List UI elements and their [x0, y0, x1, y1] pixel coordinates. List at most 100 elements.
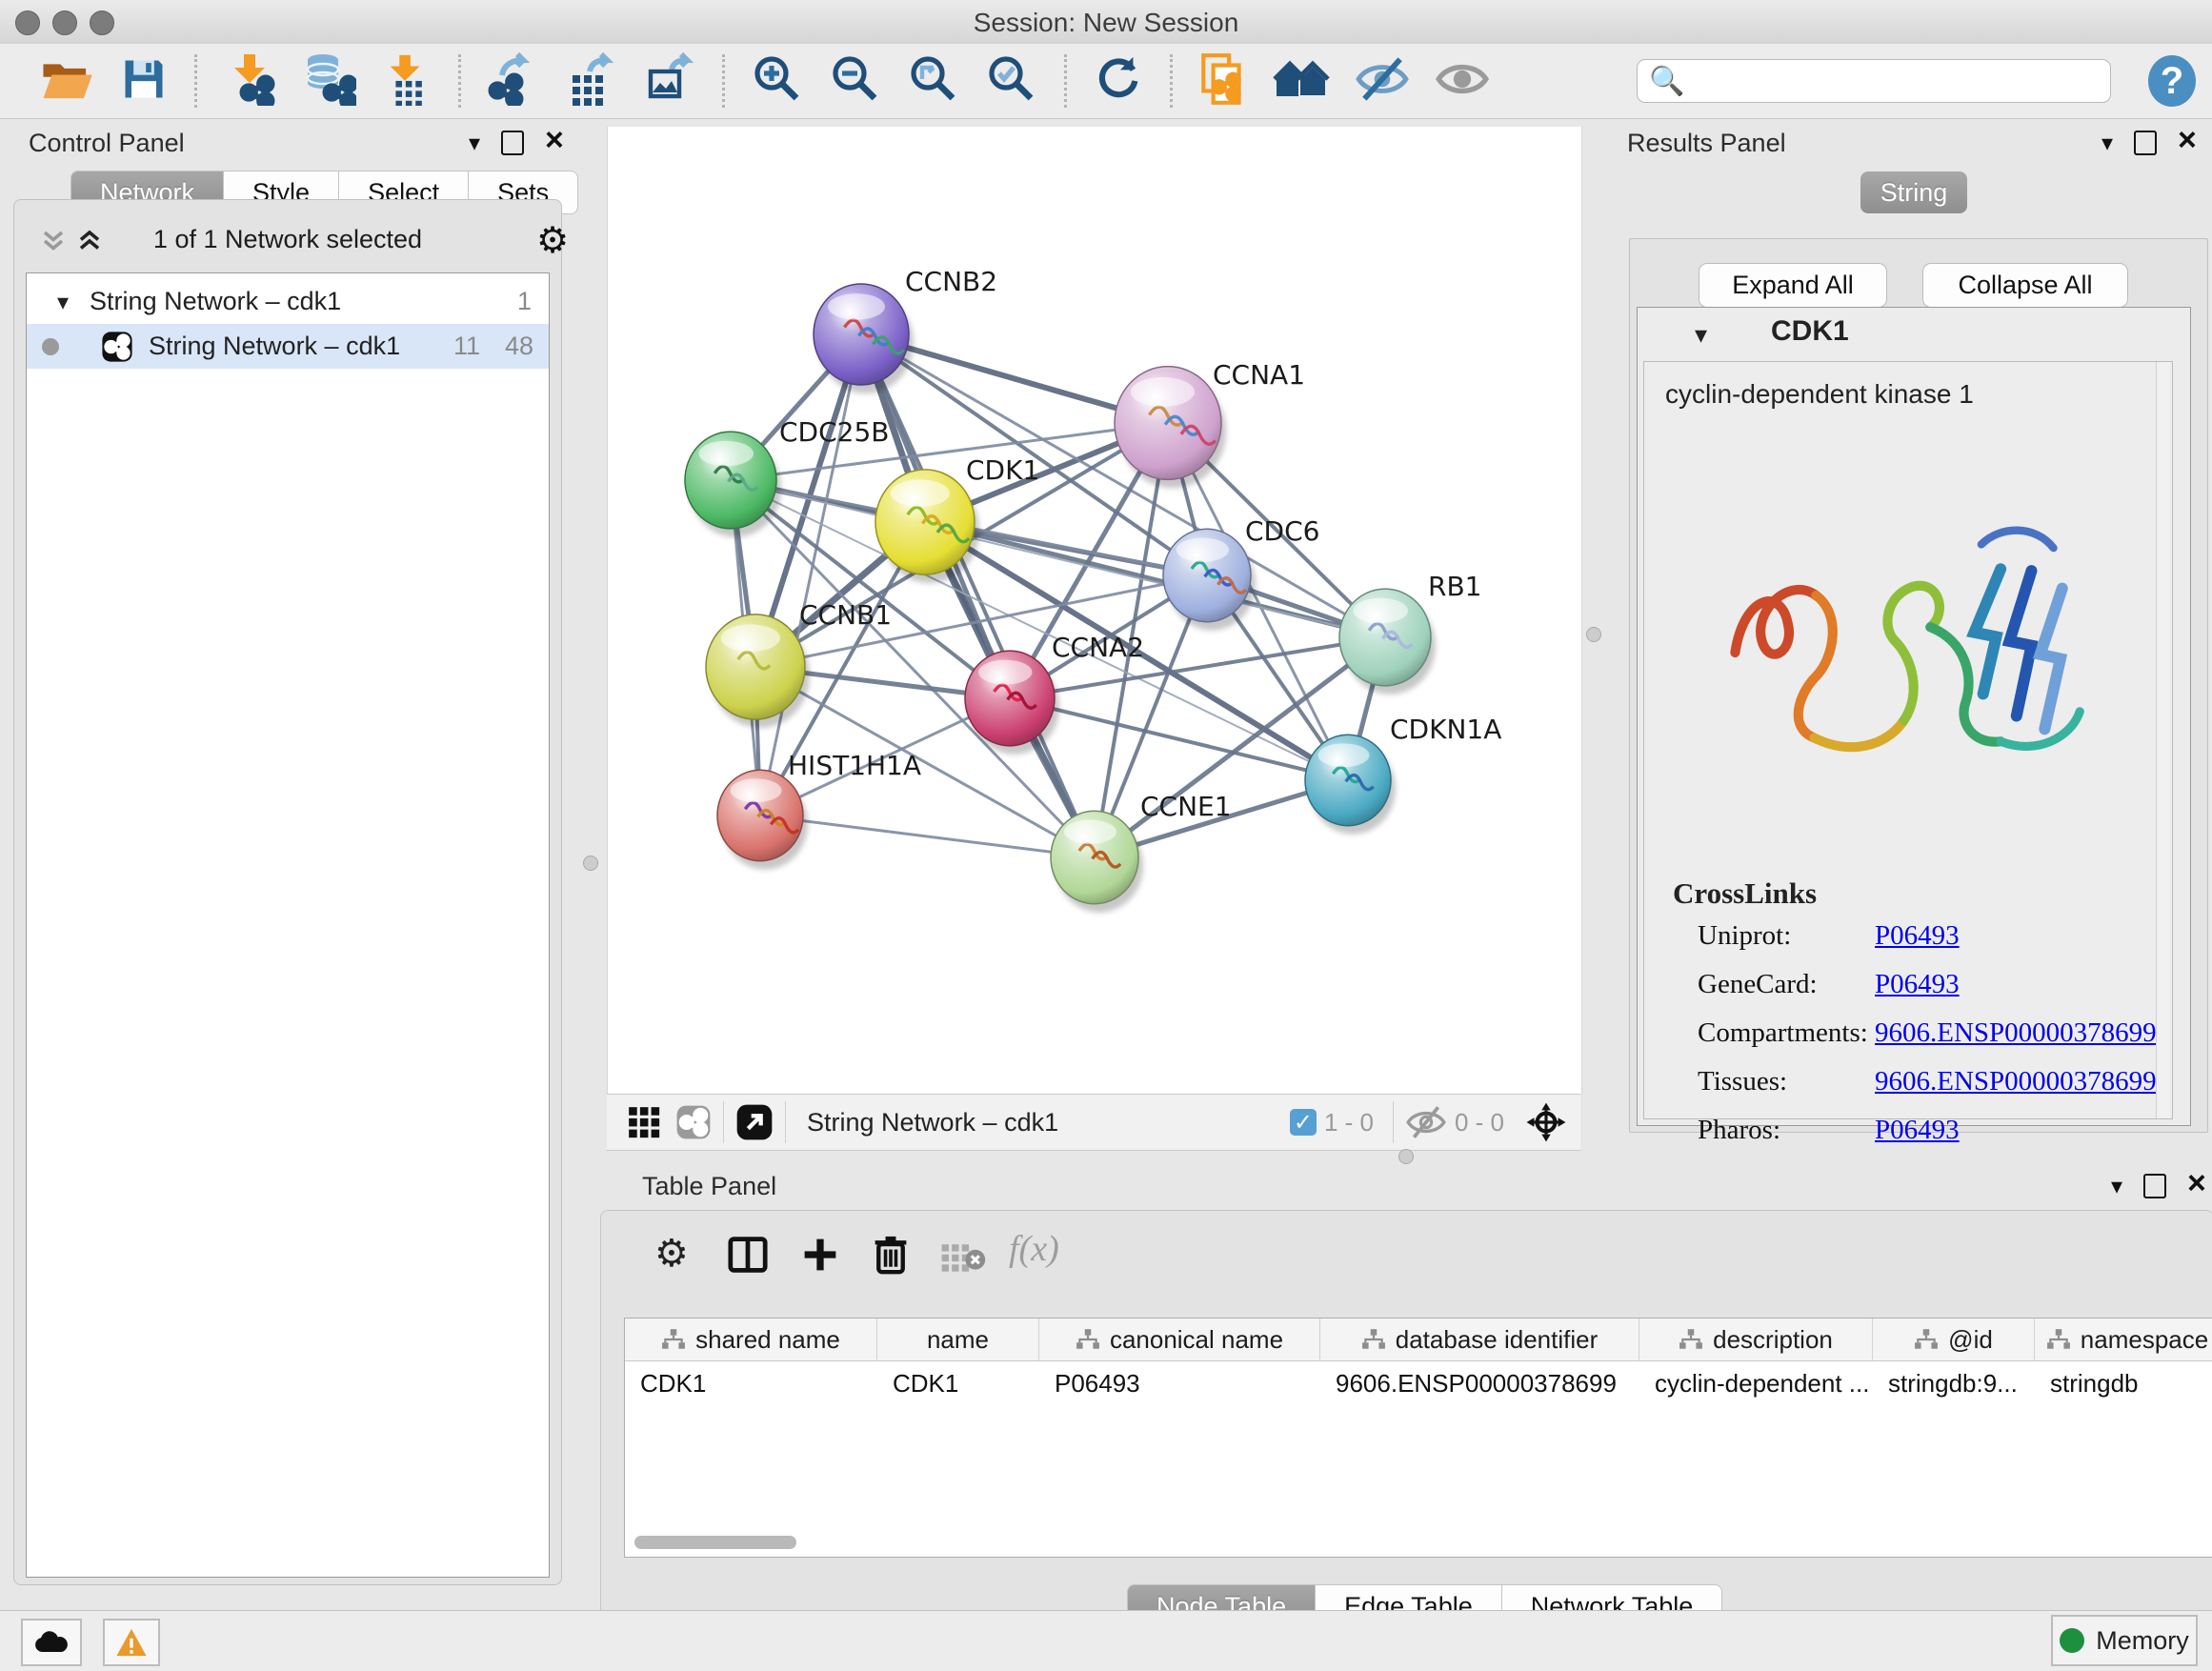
show-all-button[interactable] — [1435, 53, 1490, 109]
network-collection-row[interactable]: ▾ String Network – cdk1 1 — [27, 279, 549, 324]
refresh-button[interactable] — [1093, 53, 1144, 109]
clone-network-button[interactable] — [1198, 53, 1248, 109]
window-title: Session: New Session — [0, 8, 2212, 38]
search-input[interactable] — [1684, 66, 2088, 97]
table-options-gear-icon[interactable]: ⚙ — [654, 1232, 689, 1276]
crosslink-label: Uniprot: — [1698, 920, 1791, 951]
help-button[interactable]: ? — [2148, 55, 2196, 107]
collapse-all-button[interactable]: Collapse All — [1922, 263, 2128, 308]
node-label-CDC6: CDC6 — [1245, 515, 1319, 547]
hide-selected-button[interactable] — [1355, 53, 1410, 109]
node-label-CCNA2: CCNA2 — [1052, 632, 1144, 663]
crosslink-row: Tissues: — [1698, 1066, 1787, 1097]
column-header-name[interactable]: name — [877, 1319, 1039, 1360]
node-CDC6[interactable] — [1163, 529, 1256, 631]
crosslink-value: 9606.ENSP00000378699 — [1875, 1066, 2157, 1097]
export-network-button[interactable] — [487, 53, 540, 109]
crosslink-row: Compartments: — [1698, 1017, 1868, 1049]
close-panel-icon[interactable]: × — [2178, 128, 2197, 152]
table-cell[interactable]: CDK1 — [625, 1362, 877, 1404]
gene-collapse-icon[interactable]: ▾ — [1695, 321, 1707, 350]
node-HIST1H1A[interactable] — [717, 770, 808, 869]
table-cell[interactable]: stringdb — [2035, 1362, 2212, 1404]
node-label-RB1: RB1 — [1428, 571, 1481, 602]
export-table-button[interactable] — [565, 53, 618, 109]
clone-network-icon — [1198, 51, 1248, 111]
crosslink-row: Pharos: — [1698, 1115, 1780, 1146]
first-neighbors-button[interactable] — [1273, 53, 1330, 109]
control-panel-title: Control Panel — [29, 129, 185, 158]
open-session-icon — [39, 54, 94, 109]
results-scrollbar[interactable] — [2156, 362, 2170, 1118]
zoom-out-button[interactable] — [829, 53, 882, 109]
application-window: Session: New Session 🔍 ? Control Panel ▾… — [0, 0, 2212, 1671]
crosslink-link[interactable]: 9606.ENSP00000378699 — [1875, 1017, 2157, 1048]
selected-nodes-checkbox[interactable]: ✓ — [1290, 1109, 1317, 1136]
crosslink-link[interactable]: P06493 — [1875, 920, 1960, 951]
float-panel-icon[interactable] — [501, 131, 524, 155]
close-panel-icon[interactable]: × — [545, 128, 564, 152]
delete-column-icon[interactable] — [872, 1234, 910, 1280]
import-database-button[interactable] — [301, 53, 356, 109]
zoom-fit-button[interactable] — [907, 53, 960, 109]
tab-string[interactable]: String — [1860, 171, 1967, 213]
panel-menu-icon[interactable]: ▾ — [469, 131, 480, 155]
save-session-button[interactable] — [119, 53, 169, 109]
column-header-canonical-name[interactable]: canonical name — [1039, 1319, 1320, 1360]
column-header-description[interactable]: description — [1639, 1319, 1873, 1360]
node-CCNE1[interactable] — [1051, 811, 1143, 913]
open-session-button[interactable] — [39, 53, 94, 109]
search-field[interactable]: 🔍 — [1637, 59, 2111, 103]
network-row[interactable]: String Network – cdk1 11 48 — [27, 324, 549, 369]
show-columns-icon[interactable] — [727, 1236, 769, 1278]
import-table-button[interactable] — [381, 53, 432, 109]
cloud-icon — [32, 1628, 70, 1657]
node-CDK1[interactable] — [875, 470, 979, 583]
column-header-namespace[interactable]: namespace — [2035, 1319, 2212, 1360]
panel-menu-icon[interactable]: ▾ — [2101, 131, 2113, 155]
refresh-icon — [1093, 53, 1144, 110]
table-cell[interactable]: CDK1 — [877, 1362, 1039, 1404]
network-options-gear-icon[interactable]: ⚙ — [536, 219, 569, 261]
node-CCNA1[interactable] — [1115, 367, 1226, 489]
panel-menu-icon[interactable]: ▾ — [2111, 1174, 2122, 1198]
node-CDC25B[interactable] — [685, 432, 781, 537]
open-in-browser-icon[interactable] — [735, 1103, 774, 1141]
export-image-button[interactable] — [643, 53, 696, 109]
float-panel-icon[interactable] — [2134, 131, 2157, 155]
table-cell[interactable]: P06493 — [1039, 1362, 1320, 1404]
crosslink-link[interactable]: P06493 — [1875, 1115, 1960, 1145]
column-header--id[interactable]: @id — [1873, 1319, 2035, 1360]
node-CDKN1A[interactable] — [1305, 735, 1396, 834]
crosslink-link[interactable]: P06493 — [1875, 969, 1960, 999]
birdseye-crosshair-icon[interactable] — [1525, 1101, 1567, 1143]
crosslink-row: GeneCard: — [1698, 969, 1818, 1000]
node-CCNB2[interactable] — [814, 284, 914, 393]
view-grid-icon[interactable] — [626, 1104, 662, 1140]
close-panel-icon[interactable]: × — [2187, 1171, 2206, 1196]
crosslink-label: Tissues: — [1698, 1066, 1787, 1097]
table-cell[interactable]: 9606.ENSP00000378699 — [1320, 1362, 1639, 1404]
table-cell[interactable]: stringdb:9... — [1873, 1362, 2035, 1404]
cloud-status-button[interactable] — [21, 1619, 82, 1666]
hidden-eye-icon[interactable] — [1405, 1105, 1447, 1139]
zoom-selected-button[interactable] — [985, 53, 1038, 109]
add-column-icon[interactable] — [799, 1236, 841, 1278]
node-RB1[interactable] — [1339, 589, 1436, 695]
table-cell[interactable]: cyclin-dependent ... — [1639, 1362, 1873, 1404]
memory-button[interactable]: Memory — [2051, 1615, 2198, 1666]
collection-expander-icon[interactable]: ▾ — [57, 289, 69, 315]
expand-all-button[interactable]: Expand All — [1699, 263, 1887, 308]
network-canvas[interactable]: CCNB2CCNA1CDC25BCDK1CDC6RB1CCNB1CCNA2CDK… — [607, 127, 1582, 1094]
right-splitter-handle[interactable] — [1586, 627, 1601, 642]
zoom-in-button[interactable] — [751, 53, 804, 109]
crosslink-link[interactable]: 9606.ENSP00000378699 — [1875, 1066, 2157, 1097]
network-tree: ▾ String Network – cdk1 1 String Network… — [26, 272, 550, 1578]
left-splitter-handle[interactable] — [583, 856, 598, 871]
import-network-button[interactable] — [223, 53, 276, 109]
column-header-shared-name[interactable]: shared name — [625, 1319, 877, 1360]
float-panel-icon[interactable] — [2143, 1174, 2166, 1198]
column-header-database-identifier[interactable]: database identifier — [1320, 1319, 1639, 1360]
table-horizontal-scrollbar[interactable] — [634, 1536, 796, 1549]
warnings-button[interactable] — [103, 1619, 160, 1666]
